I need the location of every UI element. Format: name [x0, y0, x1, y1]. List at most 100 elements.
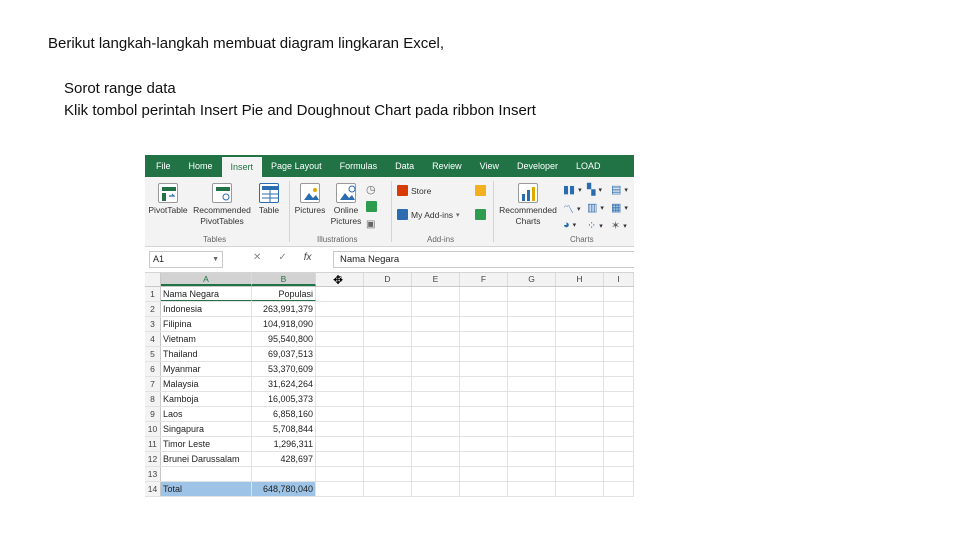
bar-chart-button[interactable]: ▤ ▾	[611, 183, 628, 196]
cell-g[interactable]	[508, 287, 556, 301]
cell-b[interactable]: 263,991,379	[252, 302, 316, 316]
cell-a[interactable]: Kamboja	[161, 392, 252, 406]
cell-a[interactable]: Indonesia	[161, 302, 252, 316]
row-header[interactable]: 12	[145, 452, 161, 466]
cell-e[interactable]	[412, 392, 460, 406]
cell-d[interactable]	[364, 392, 412, 406]
row-header[interactable]: 2	[145, 302, 161, 316]
cell-e[interactable]	[412, 332, 460, 346]
tab-load[interactable]: LOAD	[567, 155, 610, 177]
cell-b[interactable]: 95,540,800	[252, 332, 316, 346]
cell-e[interactable]	[412, 317, 460, 331]
row-header[interactable]: 3	[145, 317, 161, 331]
column-header[interactable]: G	[508, 273, 556, 286]
column-header[interactable]: I	[604, 273, 634, 286]
cell-a[interactable]: Vietnam	[161, 332, 252, 346]
tab-home[interactable]: Home	[180, 155, 222, 177]
cell-a[interactable]: Malaysia	[161, 377, 252, 391]
cell-f[interactable]	[460, 302, 508, 316]
cell-d[interactable]	[364, 332, 412, 346]
cell-c[interactable]	[316, 377, 364, 391]
cell-f[interactable]	[460, 452, 508, 466]
tab-page-layout[interactable]: Page Layout	[262, 155, 331, 177]
cell-f[interactable]	[460, 287, 508, 301]
row-header[interactable]: 6	[145, 362, 161, 376]
tab-view[interactable]: View	[471, 155, 508, 177]
cell-e[interactable]	[412, 422, 460, 436]
cell-h[interactable]	[556, 422, 604, 436]
cell-b[interactable]: 104,918,090	[252, 317, 316, 331]
cell-g[interactable]	[508, 302, 556, 316]
row-header[interactable]: 5	[145, 347, 161, 361]
row-header[interactable]: 10	[145, 422, 161, 436]
store-button[interactable]: Store	[397, 185, 431, 196]
cell-c[interactable]	[316, 347, 364, 361]
hierarchy-chart-button[interactable]: ▚ ▾	[587, 183, 602, 196]
shapes-button[interactable]: ◷	[366, 183, 376, 196]
cell-e[interactable]	[412, 377, 460, 391]
tab-insert[interactable]: Insert	[221, 157, 263, 177]
cell-c[interactable]	[316, 302, 364, 316]
row-header[interactable]: 1	[145, 287, 161, 301]
cell-e[interactable]	[412, 437, 460, 451]
cell-f[interactable]	[460, 437, 508, 451]
cell-d[interactable]	[364, 317, 412, 331]
cell-i[interactable]	[604, 437, 634, 451]
cell-h[interactable]	[556, 452, 604, 466]
cell-e[interactable]	[412, 362, 460, 376]
cell-h[interactable]	[556, 392, 604, 406]
cell-c[interactable]	[316, 467, 364, 481]
cell-d[interactable]	[364, 377, 412, 391]
enter-icon[interactable]: ✓	[278, 252, 286, 263]
cell-g[interactable]	[508, 437, 556, 451]
cell-g[interactable]	[508, 407, 556, 421]
smartart-button[interactable]	[366, 201, 377, 212]
combo-chart-button[interactable]: ▦ ▾	[611, 201, 628, 214]
cell-a[interactable]: Thailand	[161, 347, 252, 361]
bing-maps-button[interactable]	[475, 185, 486, 196]
cell-h[interactable]	[556, 377, 604, 391]
cell-c[interactable]	[316, 332, 364, 346]
cell-a[interactable]: Nama Negara	[161, 287, 252, 301]
cell-c[interactable]	[316, 422, 364, 436]
line-chart-button[interactable]: 〽 ▾	[563, 201, 581, 217]
cell-d[interactable]	[364, 467, 412, 481]
recommended-pivot-button[interactable]: Recommended PivotTables	[190, 183, 254, 227]
cell-a[interactable]: Singapura	[161, 422, 252, 436]
cell-i[interactable]	[604, 377, 634, 391]
cell-g[interactable]	[508, 347, 556, 361]
cell-d[interactable]	[364, 437, 412, 451]
row-header[interactable]: 14	[145, 482, 161, 496]
cell-e[interactable]	[412, 467, 460, 481]
cell-g[interactable]	[508, 362, 556, 376]
pictures-button[interactable]: Pictures	[293, 183, 327, 216]
statistic-chart-button[interactable]: ▥ ▾	[587, 201, 604, 214]
cell-c[interactable]	[316, 362, 364, 376]
cell-a[interactable]	[161, 467, 252, 481]
cell-d[interactable]	[364, 362, 412, 376]
column-header[interactable]: B	[252, 273, 316, 286]
cell-b[interactable]: 16,005,373	[252, 392, 316, 406]
cell-h[interactable]	[556, 362, 604, 376]
cell-c[interactable]	[316, 482, 364, 496]
row-header[interactable]: 13	[145, 467, 161, 481]
screenshot-button[interactable]: ▣	[366, 219, 375, 230]
scatter-chart-button[interactable]: ⁘ ▾	[587, 219, 603, 232]
cell-a[interactable]: Timor Leste	[161, 437, 252, 451]
cell-g[interactable]	[508, 467, 556, 481]
cell-f[interactable]	[460, 407, 508, 421]
cell-b[interactable]: 53,370,609	[252, 362, 316, 376]
tab-formulas[interactable]: Formulas	[331, 155, 387, 177]
cell-c[interactable]	[316, 317, 364, 331]
cell-i[interactable]	[604, 362, 634, 376]
cell-h[interactable]	[556, 302, 604, 316]
column-header[interactable]: H	[556, 273, 604, 286]
row-header[interactable]: 4	[145, 332, 161, 346]
cell-c[interactable]	[316, 437, 364, 451]
cell-f[interactable]	[460, 482, 508, 496]
tab-file[interactable]: File	[147, 155, 180, 177]
cell-a[interactable]: Laos	[161, 407, 252, 421]
cell-b[interactable]	[252, 467, 316, 481]
cell-f[interactable]	[460, 332, 508, 346]
online-pictures-button[interactable]: Online Pictures	[329, 183, 363, 227]
